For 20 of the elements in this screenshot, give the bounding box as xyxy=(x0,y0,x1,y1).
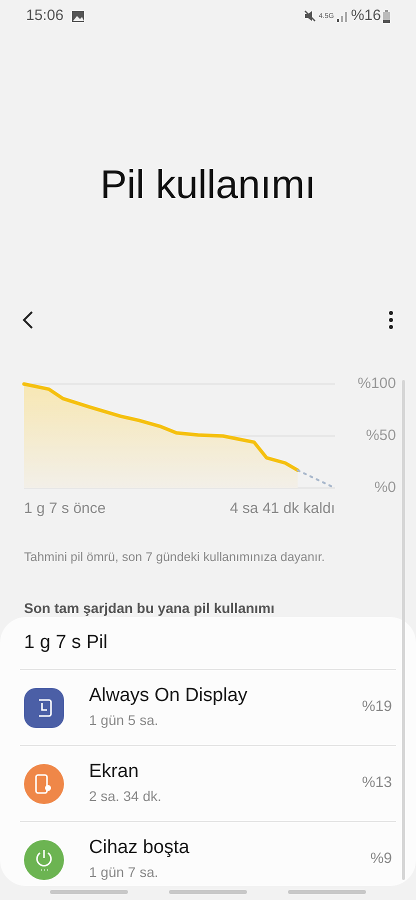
level-label: %50 xyxy=(366,428,396,443)
item-percent: %19 xyxy=(362,697,392,718)
time-label: 4 sa 41 dk kaldı xyxy=(230,499,335,519)
battery-percent: %16 xyxy=(350,6,381,26)
card-header: 1 g 7 s Pil xyxy=(23,630,108,655)
item-duration: 1 gün 5 sa. xyxy=(89,710,160,730)
page-title: Pil kullanımı xyxy=(100,162,316,209)
estimate-note: Tahmini pil ömrü, son 7 gündeki kullanımınıza dayanır. xyxy=(24,548,326,566)
time-label: 1 g 7 s önce xyxy=(24,499,106,519)
item-duration: 1 gün 7 sa. xyxy=(89,862,160,882)
clock-time: 15:06 xyxy=(26,6,64,26)
item-name: Always On Display xyxy=(89,684,248,708)
level-label: %0 xyxy=(374,480,396,495)
item-percent: %13 xyxy=(362,773,392,794)
item-name: Cihaz boşta xyxy=(89,836,190,860)
item-percent: %9 xyxy=(370,849,392,870)
level-label: %100 xyxy=(358,376,396,391)
item-name: Ekran xyxy=(89,760,140,784)
section-title: Son tam şarjdan bu yana pil kullanımı xyxy=(24,599,276,618)
item-duration: 2 sa. 34 dk. xyxy=(89,786,162,806)
